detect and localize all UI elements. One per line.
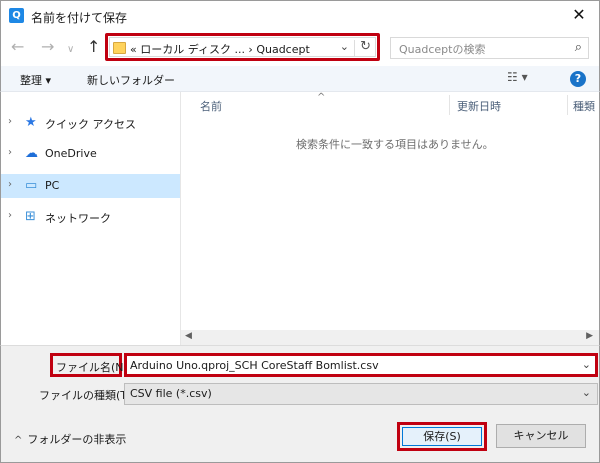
command-bar: 整理 ▾ 新しいフォルダー ☷ ▾ ?	[0, 66, 600, 92]
sidebar-item-pc[interactable]: › ▭ PC	[1, 174, 181, 198]
filename-dropdown-icon[interactable]: ⌄	[582, 358, 591, 371]
help-icon[interactable]: ?	[570, 71, 586, 87]
sidebar-item-quick-access[interactable]: › ★ クイック アクセス	[1, 111, 181, 135]
search-icon[interactable]: ⌕	[575, 40, 582, 55]
sort-ascending-icon: ^	[317, 92, 326, 103]
window-title: 名前を付けて保存	[31, 11, 128, 25]
filename-label-highlight: ファイル名(N):	[50, 353, 132, 377]
filename-field[interactable]: Arduino Uno.qproj_SCH CoreStaff Bomlist.…	[124, 353, 598, 377]
scroll-left-icon[interactable]: ◀	[185, 331, 192, 341]
expand-chevron-icon[interactable]: ›	[8, 116, 12, 127]
filetype-select[interactable]: CSV file (*.csv) ⌄	[124, 383, 598, 405]
hide-folders-button[interactable]: ^ フォルダーの非表示	[14, 431, 126, 447]
save-button-highlight: 保存(S)	[397, 422, 487, 451]
column-divider[interactable]	[449, 95, 450, 115]
cloud-icon: ☁	[25, 146, 38, 161]
file-list[interactable]: ^ 名前 更新日時 種類 検索条件に一致する項目はありません。	[181, 92, 600, 345]
breadcrumb[interactable]: « ローカル ディスク ... › Quadcept	[130, 41, 310, 57]
navigation-pane: › ★ クイック アクセス › ☁ OneDrive › ▭ PC › ⊞ ネッ…	[0, 92, 181, 345]
filetype-selected-value: CSV file (*.csv)	[130, 387, 212, 400]
expand-chevron-icon[interactable]: ›	[8, 210, 12, 221]
network-icon: ⊞	[25, 209, 36, 224]
address-bar-field[interactable]: « ローカル ディスク ... › Quadcept ⌄ ↻	[109, 37, 376, 57]
sidebar-item-label: OneDrive	[45, 147, 97, 160]
expand-chevron-icon[interactable]: ›	[8, 179, 12, 190]
view-options-icon[interactable]: ☷ ▾	[507, 70, 528, 84]
address-bar[interactable]: « ローカル ディスク ... › Quadcept ⌄ ↻	[105, 33, 380, 61]
expand-chevron-icon[interactable]: ›	[8, 147, 12, 158]
star-icon: ★	[25, 115, 37, 130]
caret-up-icon: ^	[14, 435, 23, 446]
save-form-panel: ファイル名(N): Arduino Uno.qproj_SCH CoreStaf…	[0, 345, 600, 463]
column-header-name[interactable]: 名前	[200, 98, 222, 122]
column-divider[interactable]	[567, 95, 568, 115]
search-input[interactable]: Quadceptの検索	[399, 41, 485, 57]
horizontal-scrollbar[interactable]: ◀ ▶	[181, 330, 600, 345]
hide-folders-label: フォルダーの非表示	[27, 433, 127, 446]
organize-menu-button[interactable]: 整理 ▾	[20, 72, 51, 88]
filename-input[interactable]: Arduino Uno.qproj_SCH CoreStaff Bomlist.…	[130, 359, 379, 372]
scroll-right-icon[interactable]: ▶	[586, 331, 593, 341]
refresh-icon[interactable]: ↻	[360, 39, 371, 54]
address-divider	[354, 40, 355, 56]
navigation-bar: ← → ∨ ↑ « ローカル ディスク ... › Quadcept ⌄ ↻ Q…	[0, 30, 600, 66]
forward-arrow-icon[interactable]: →	[41, 39, 54, 55]
sidebar-item-label: ネットワーク	[45, 212, 111, 225]
cancel-button[interactable]: キャンセル	[496, 424, 586, 448]
filetype-label: ファイルの種類(T):	[39, 389, 136, 402]
filename-label: ファイル名(N):	[56, 361, 132, 374]
recent-locations-chevron-icon[interactable]: ∨	[67, 42, 74, 58]
close-button[interactable]: ✕	[567, 4, 591, 26]
sidebar-item-label: クイック アクセス	[45, 118, 136, 131]
back-arrow-icon[interactable]: ←	[11, 39, 24, 55]
empty-folder-message: 検索条件に一致する項目はありません。	[296, 138, 494, 151]
address-dropdown-icon[interactable]: ⌄	[340, 40, 349, 53]
filetype-dropdown-icon[interactable]: ⌄	[582, 386, 591, 399]
column-header-type[interactable]: 種類	[573, 98, 595, 122]
title-bar: Q 名前を付けて保存 ✕	[0, 0, 600, 30]
sidebar-item-onedrive[interactable]: › ☁ OneDrive	[1, 142, 181, 166]
sidebar-item-network[interactable]: › ⊞ ネットワーク	[1, 205, 181, 229]
up-arrow-icon[interactable]: ↑	[87, 39, 100, 55]
new-folder-button[interactable]: 新しいフォルダー	[87, 72, 175, 88]
save-button[interactable]: 保存(S)	[402, 427, 482, 446]
folder-icon	[113, 42, 126, 54]
sidebar-item-label: PC	[45, 179, 60, 192]
monitor-icon: ▭	[25, 178, 38, 193]
search-box[interactable]: Quadceptの検索 ⌕	[390, 37, 589, 59]
column-header-date-modified[interactable]: 更新日時	[457, 98, 501, 122]
app-icon: Q	[9, 8, 24, 23]
